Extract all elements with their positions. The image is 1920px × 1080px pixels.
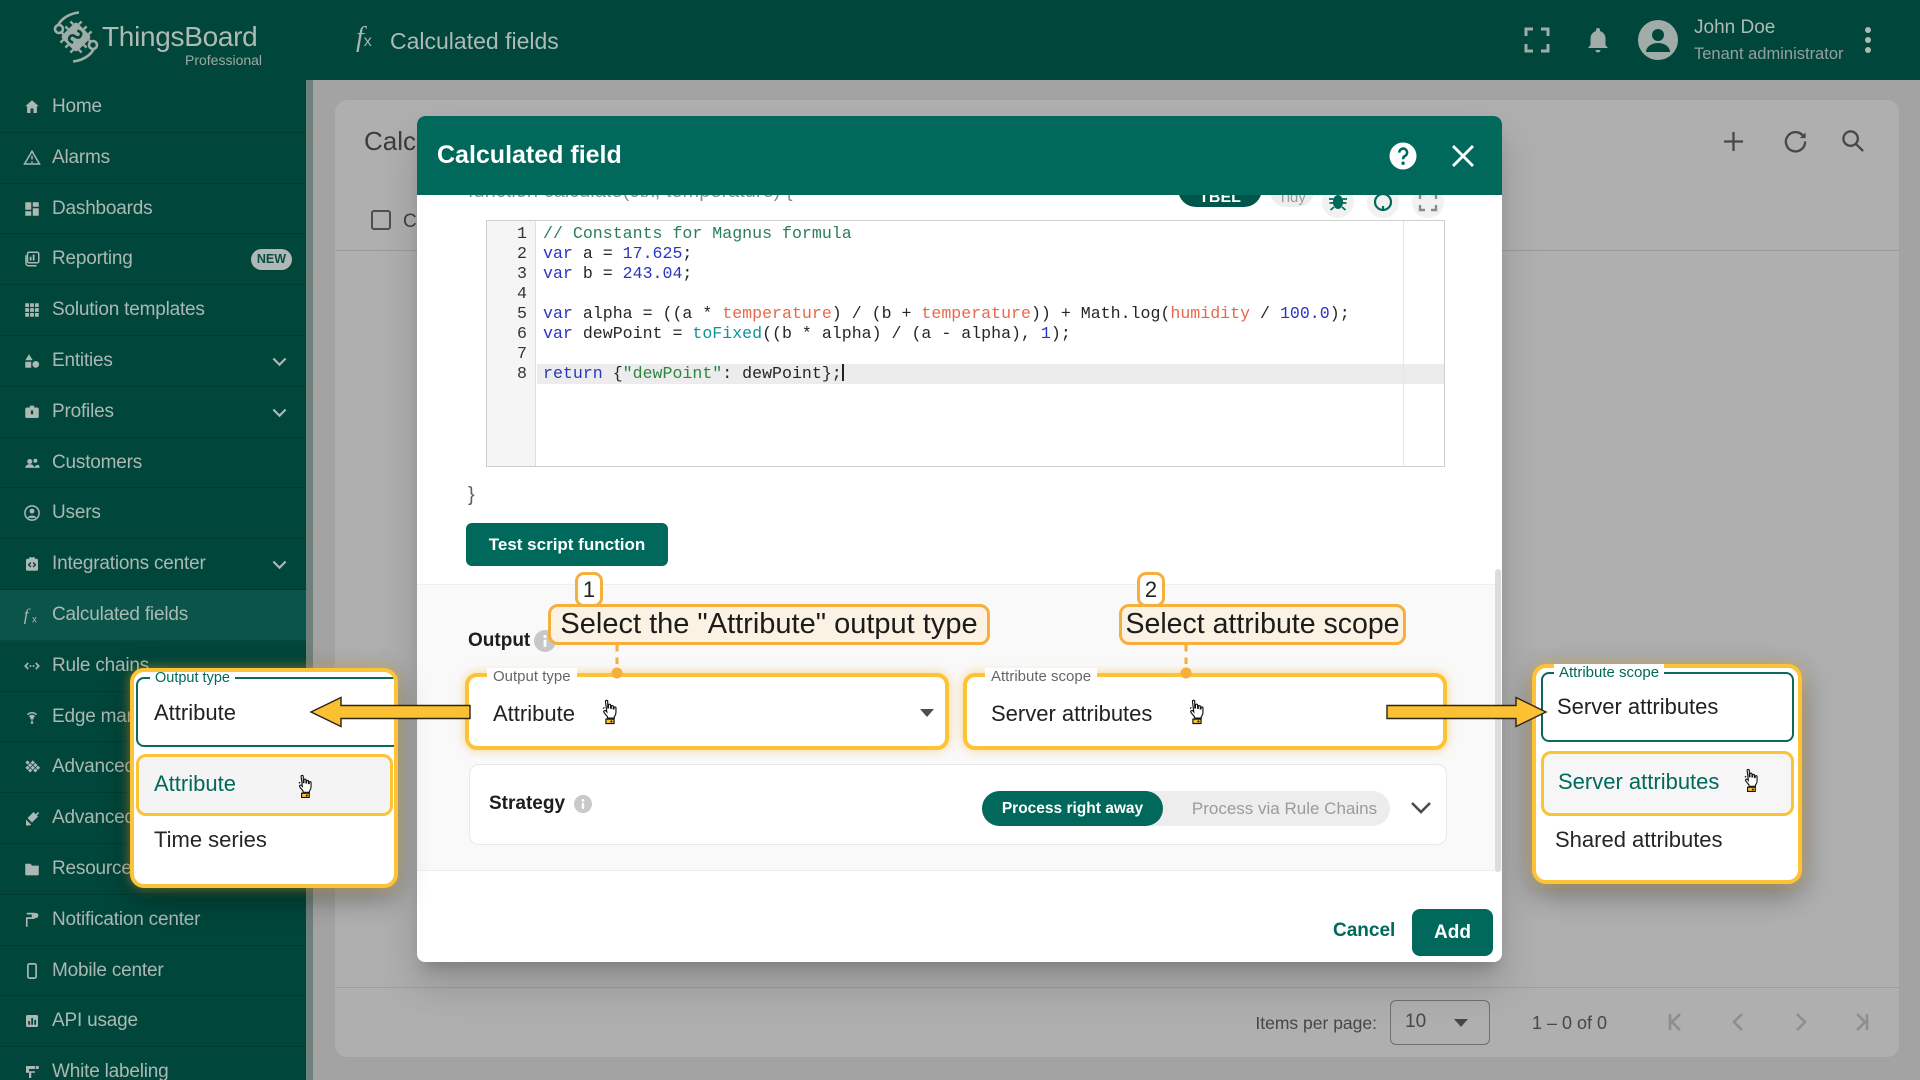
svg-text:f: f <box>24 606 31 624</box>
svg-text:x: x <box>32 615 37 625</box>
